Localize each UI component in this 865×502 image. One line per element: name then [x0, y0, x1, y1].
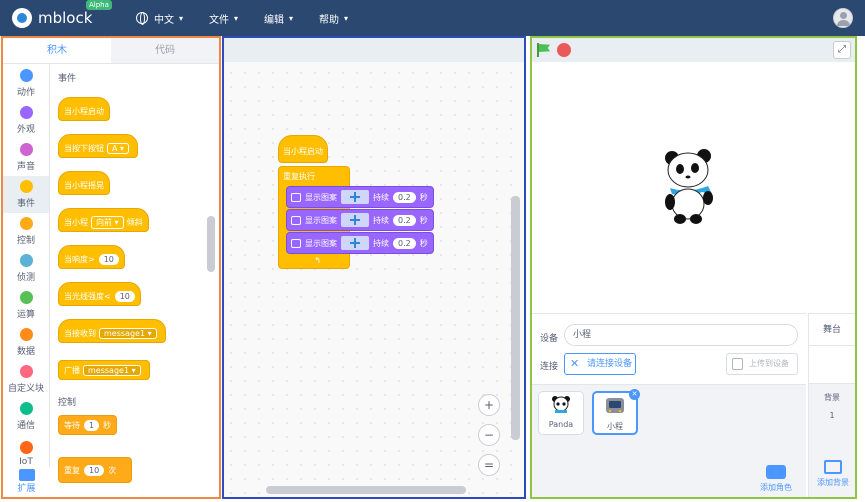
- chevron-down-icon: ▾: [234, 13, 239, 23]
- help-menu[interactable]: 帮助 ▾: [319, 11, 348, 26]
- language-label: 中文: [154, 14, 174, 26]
- help-menu-label: 帮助: [319, 14, 340, 26]
- stage-region-frame: [530, 36, 857, 499]
- edit-menu[interactable]: 编辑 ▾: [264, 11, 293, 26]
- language-menu[interactable]: 中文 ▾: [136, 11, 183, 26]
- globe-icon: [136, 12, 148, 25]
- file-menu[interactable]: 文件 ▾: [209, 11, 238, 26]
- app-name: mblock: [38, 9, 93, 27]
- blocks-region-frame: [1, 36, 221, 499]
- mblock-logo-icon: [12, 8, 32, 28]
- alpha-badge: Alpha: [86, 0, 112, 10]
- user-avatar-icon[interactable]: [833, 8, 853, 28]
- file-menu-label: 文件: [209, 14, 230, 26]
- menu-bar: mblock Alpha 中文 ▾ 文件 ▾ 编辑 ▾ 帮助 ▾: [0, 0, 865, 36]
- code-region-frame: [222, 36, 526, 499]
- chevron-down-icon: ▾: [179, 13, 184, 23]
- edit-menu-label: 编辑: [264, 14, 285, 26]
- chevron-down-icon: ▾: [289, 13, 294, 23]
- app-logo[interactable]: mblock Alpha: [12, 0, 122, 28]
- chevron-down-icon: ▾: [344, 13, 349, 23]
